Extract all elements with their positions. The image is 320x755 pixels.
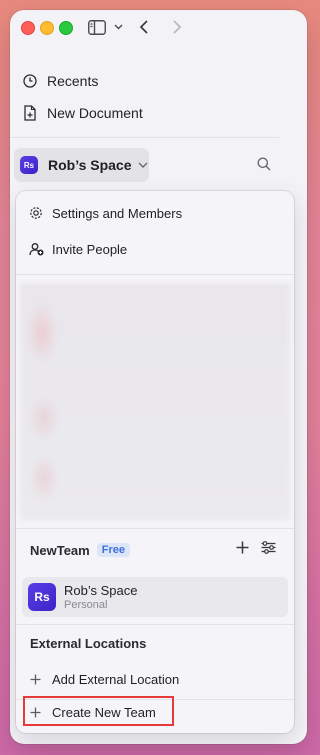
- gear-icon: [28, 205, 44, 221]
- invite-people-icon: [28, 241, 44, 257]
- space-avatar: Rs: [28, 583, 56, 611]
- menu-item-label: Settings and Members: [52, 205, 183, 221]
- close-window-button[interactable]: [21, 21, 35, 35]
- menu-divider: [16, 274, 294, 275]
- forward-arrow-icon[interactable]: [170, 18, 184, 36]
- space-list-item[interactable]: Rs Rob’s Space Personal: [22, 577, 288, 617]
- clock-icon: [22, 73, 38, 89]
- space-switcher-button[interactable]: Rs Rob’s Space: [14, 148, 149, 182]
- space-entry-subtitle: Personal: [64, 599, 108, 611]
- search-icon[interactable]: [257, 157, 271, 176]
- title-bar: [10, 10, 307, 46]
- space-menu-popover: Settings and Members Invite People NewTe…: [16, 191, 294, 733]
- nav-item-recents[interactable]: Recents: [10, 66, 307, 96]
- add-icon[interactable]: [236, 541, 249, 559]
- add-external-location-button[interactable]: Add External Location: [16, 665, 294, 693]
- add-external-location-label: Add External Location: [52, 671, 180, 687]
- nav-item-label: New Document: [47, 105, 143, 121]
- sidebar-toggle-icon[interactable]: [87, 18, 107, 36]
- space-name: Rob’s Space: [48, 157, 132, 173]
- team-settings-sliders-icon[interactable]: [261, 541, 276, 559]
- back-arrow-icon[interactable]: [137, 18, 151, 36]
- menu-item-invite-people[interactable]: Invite People: [16, 234, 294, 264]
- highlight-box: [23, 696, 174, 726]
- minimize-window-button[interactable]: [40, 21, 54, 35]
- external-locations-heading: External Locations: [30, 636, 147, 651]
- team-header: NewTeam Free: [16, 536, 294, 564]
- zoom-window-button[interactable]: [59, 21, 73, 35]
- team-name: NewTeam: [30, 542, 90, 558]
- menu-item-label: Invite People: [52, 241, 128, 257]
- menu-item-settings-and-members[interactable]: Settings and Members: [16, 198, 294, 228]
- nav-item-new-document[interactable]: New Document: [10, 98, 307, 128]
- chevron-down-icon[interactable]: [113, 18, 123, 36]
- redacted-content: [20, 283, 290, 520]
- menu-divider: [16, 528, 294, 529]
- sidebar-divider: [10, 137, 279, 138]
- new-document-icon: [22, 105, 38, 121]
- chevron-down-icon: [138, 162, 148, 168]
- space-avatar: Rs: [20, 156, 38, 174]
- menu-divider: [16, 624, 294, 625]
- app-window: Recents New Document Rs Rob’s Space Sett…: [10, 10, 307, 744]
- plan-badge: Free: [96, 543, 130, 557]
- nav-item-label: Recents: [47, 73, 99, 89]
- plus-icon: [30, 674, 42, 685]
- space-entry-name: Rob’s Space: [64, 583, 138, 598]
